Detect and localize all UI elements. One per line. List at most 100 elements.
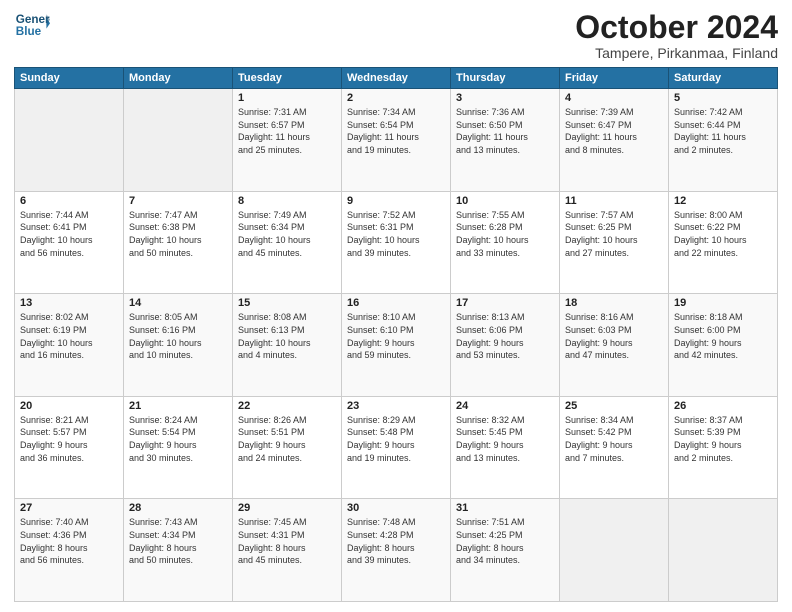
day-info: Sunrise: 7:48 AM Sunset: 4:28 PM Dayligh… [347,516,445,566]
day-number: 5 [674,92,772,104]
calendar-cell: 10 Sunrise: 7:55 AM Sunset: 6:28 PM Dayli… [451,191,560,294]
day-info: Sunrise: 7:34 AM Sunset: 6:54 PM Dayligh… [347,106,445,156]
day-info: Sunrise: 7:42 AM Sunset: 6:44 PM Dayligh… [674,106,772,156]
day-number: 4 [565,92,663,104]
day-number: 27 [20,502,118,514]
calendar-cell: 14Sunrise: 8:05 AM Sunset: 6:16 PM Dayli… [124,294,233,397]
day-info: Sunrise: 8:32 AM Sunset: 5:45 PM Dayligh… [456,414,554,464]
day-info: Sunrise: 8:00 AM Sunset: 6:22 PM Dayligh… [674,209,772,259]
day-number: 13 [20,297,118,309]
calendar-cell: 31Sunrise: 7:51 AM Sunset: 4:25 PM Dayli… [451,499,560,602]
day-number: 18 [565,297,663,309]
day-number: 28 [129,502,227,514]
day-number: 30 [347,502,445,514]
day-info: Sunrise: 8:13 AM Sunset: 6:06 PM Dayligh… [456,311,554,361]
page-header: General Blue October 2024 Tampere, Pirka… [14,10,778,61]
day-number: 2 [347,92,445,104]
day-info: Sunrise: 8:34 AM Sunset: 5:42 PM Dayligh… [565,414,663,464]
day-info: Sunrise: 8:02 AM Sunset: 6:19 PM Dayligh… [20,311,118,361]
day-number: 24 [456,400,554,412]
day-number: 16 [347,297,445,309]
day-info: Sunrise: 7:47 AM Sunset: 6:38 PM Dayligh… [129,209,227,259]
day-number: 15 [238,297,336,309]
calendar-cell: 20Sunrise: 8:21 AM Sunset: 5:57 PM Dayli… [15,396,124,499]
calendar-cell: 24 Sunrise: 8:32 AM Sunset: 5:45 PM Dayli… [451,396,560,499]
calendar-week-3: 13 Sunrise: 8:02 AM Sunset: 6:19 PM Dayli… [15,294,778,397]
day-number: 11 [565,195,663,207]
day-info: Sunrise: 7:49 AM Sunset: 6:34 PM Dayligh… [238,209,336,259]
day-number: 7 [129,195,227,207]
calendar-cell: 19Sunrise: 8:18 AM Sunset: 6:00 PM Dayli… [669,294,778,397]
calendar-cell [560,499,669,602]
calendar-cell: 15 Sunrise: 8:08 AM Sunset: 6:13 PM Dayli… [233,294,342,397]
location-subtitle: Tampere, Pirkanmaa, Finland [575,45,778,61]
calendar-cell [15,89,124,192]
calendar-week-4: 20Sunrise: 8:21 AM Sunset: 5:57 PM Dayli… [15,396,778,499]
header-wednesday: Wednesday [342,68,451,89]
calendar-cell: 1 Sunrise: 7:31 AM Sunset: 6:57 PM Daylig… [233,89,342,192]
header-tuesday: Tuesday [233,68,342,89]
calendar-cell: 25 Sunrise: 8:34 AM Sunset: 5:42 PM Dayli… [560,396,669,499]
calendar-week-2: 6 Sunrise: 7:44 AM Sunset: 6:41 PM Daylig… [15,191,778,294]
logo: General Blue [14,10,50,40]
calendar-cell: 30 Sunrise: 7:48 AM Sunset: 4:28 PM Dayli… [342,499,451,602]
day-info: Sunrise: 7:44 AM Sunset: 6:41 PM Dayligh… [20,209,118,259]
day-number: 14 [129,297,227,309]
header-monday: Monday [124,68,233,89]
day-info: Sunrise: 8:29 AM Sunset: 5:48 PM Dayligh… [347,414,445,464]
day-info: Sunrise: 7:40 AM Sunset: 4:36 PM Dayligh… [20,516,118,566]
day-number: 22 [238,400,336,412]
header-friday: Friday [560,68,669,89]
calendar-table: SundayMondayTuesdayWednesdayThursdayFrid… [14,67,778,602]
header-sunday: Sunday [15,68,124,89]
calendar-cell: 26 Sunrise: 8:37 AM Sunset: 5:39 PM Dayli… [669,396,778,499]
day-info: Sunrise: 7:57 AM Sunset: 6:25 PM Dayligh… [565,209,663,259]
calendar-cell: 7 Sunrise: 7:47 AM Sunset: 6:38 PM Daylig… [124,191,233,294]
day-number: 1 [238,92,336,104]
logo-icon: General Blue [14,10,50,40]
calendar-week-5: 27 Sunrise: 7:40 AM Sunset: 4:36 PM Dayli… [15,499,778,602]
day-info: Sunrise: 7:55 AM Sunset: 6:28 PM Dayligh… [456,209,554,259]
day-number: 26 [674,400,772,412]
day-info: Sunrise: 8:37 AM Sunset: 5:39 PM Dayligh… [674,414,772,464]
calendar-cell: 17 Sunrise: 8:13 AM Sunset: 6:06 PM Dayli… [451,294,560,397]
day-info: Sunrise: 8:10 AM Sunset: 6:10 PM Dayligh… [347,311,445,361]
calendar-cell: 16 Sunrise: 8:10 AM Sunset: 6:10 PM Dayli… [342,294,451,397]
calendar-cell: 3Sunrise: 7:36 AM Sunset: 6:50 PM Daylig… [451,89,560,192]
day-number: 10 [456,195,554,207]
day-info: Sunrise: 7:52 AM Sunset: 6:31 PM Dayligh… [347,209,445,259]
day-number: 23 [347,400,445,412]
day-info: Sunrise: 7:39 AM Sunset: 6:47 PM Dayligh… [565,106,663,156]
day-info: Sunrise: 7:45 AM Sunset: 4:31 PM Dayligh… [238,516,336,566]
calendar-cell: 2 Sunrise: 7:34 AM Sunset: 6:54 PM Daylig… [342,89,451,192]
day-number: 8 [238,195,336,207]
header-saturday: Saturday [669,68,778,89]
calendar-cell: 9 Sunrise: 7:52 AM Sunset: 6:31 PM Daylig… [342,191,451,294]
day-info: Sunrise: 7:43 AM Sunset: 4:34 PM Dayligh… [129,516,227,566]
calendar-cell [124,89,233,192]
day-number: 25 [565,400,663,412]
day-info: Sunrise: 7:31 AM Sunset: 6:57 PM Dayligh… [238,106,336,156]
calendar-cell: 29 Sunrise: 7:45 AM Sunset: 4:31 PM Dayli… [233,499,342,602]
day-info: Sunrise: 8:24 AM Sunset: 5:54 PM Dayligh… [129,414,227,464]
title-block: October 2024 Tampere, Pirkanmaa, Finland [575,10,778,61]
month-title: October 2024 [575,10,778,45]
calendar-cell: 27 Sunrise: 7:40 AM Sunset: 4:36 PM Dayli… [15,499,124,602]
day-number: 29 [238,502,336,514]
calendar-cell: 6 Sunrise: 7:44 AM Sunset: 6:41 PM Daylig… [15,191,124,294]
calendar-cell: 4 Sunrise: 7:39 AM Sunset: 6:47 PM Daylig… [560,89,669,192]
day-info: Sunrise: 8:21 AM Sunset: 5:57 PM Dayligh… [20,414,118,464]
calendar-cell: 21Sunrise: 8:24 AM Sunset: 5:54 PM Dayli… [124,396,233,499]
calendar-cell: 23 Sunrise: 8:29 AM Sunset: 5:48 PM Dayli… [342,396,451,499]
day-number: 17 [456,297,554,309]
day-number: 6 [20,195,118,207]
day-number: 3 [456,92,554,104]
calendar-cell: 12 Sunrise: 8:00 AM Sunset: 6:22 PM Dayli… [669,191,778,294]
calendar-cell: 5 Sunrise: 7:42 AM Sunset: 6:44 PM Daylig… [669,89,778,192]
day-number: 9 [347,195,445,207]
calendar-cell: 28 Sunrise: 7:43 AM Sunset: 4:34 PM Dayli… [124,499,233,602]
day-info: Sunrise: 8:08 AM Sunset: 6:13 PM Dayligh… [238,311,336,361]
svg-text:Blue: Blue [16,25,42,38]
day-number: 19 [674,297,772,309]
day-number: 12 [674,195,772,207]
